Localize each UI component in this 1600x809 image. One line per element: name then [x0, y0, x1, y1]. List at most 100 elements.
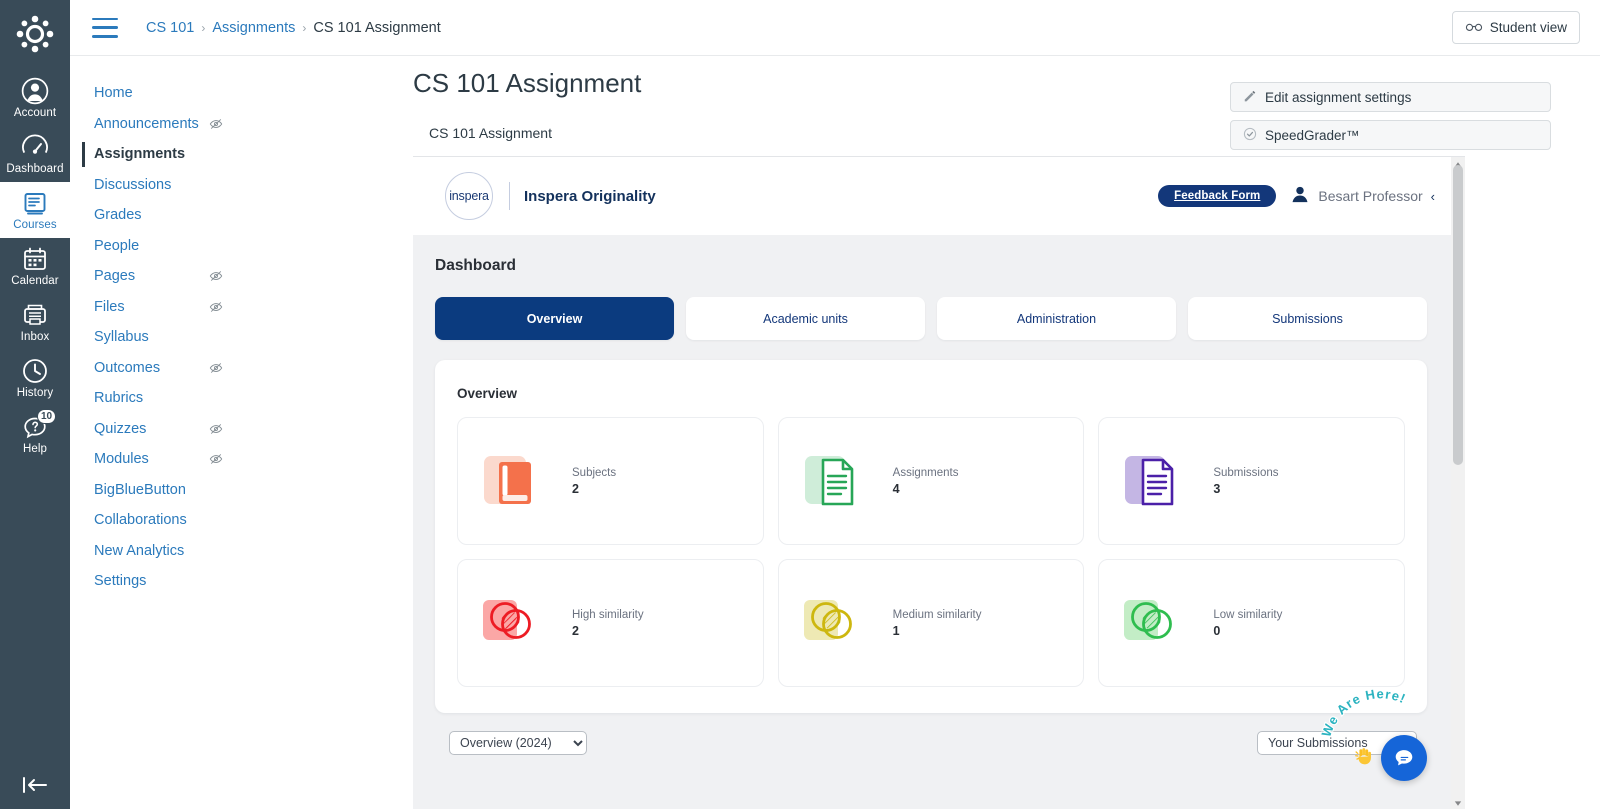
global-nav-item-account[interactable]: Account	[0, 70, 70, 126]
scroll-down-arrow-icon[interactable]	[1451, 796, 1465, 809]
stat-label: Subjects	[572, 466, 617, 479]
stat-label: Submissions	[1213, 466, 1279, 479]
stat-label: Medium similarity	[892, 608, 982, 621]
hidden-eye-icon	[209, 300, 223, 314]
tab-overview[interactable]: Overview	[435, 297, 674, 340]
dashboard-speedometer-icon	[21, 133, 49, 161]
hidden-eye-icon	[209, 269, 223, 283]
course-nav-label: Assignments	[94, 146, 186, 163]
calendar-icon	[21, 245, 49, 273]
course-nav-item-files[interactable]: Files	[70, 292, 235, 323]
stat-label: High similarity	[572, 608, 644, 621]
stat-card-grid: Subjects 2 Assignments 4 Submissions 3 H…	[457, 417, 1405, 687]
inspera-product-title: Inspera Originality	[524, 187, 656, 205]
stat-card-low-similarity[interactable]: Low similarity 0	[1098, 559, 1405, 687]
scrollbar-thumb[interactable]	[1453, 165, 1463, 465]
overview-panel: Overview Subjects 2 Assignments 4 Submis…	[435, 360, 1427, 713]
canvas-logo-icon[interactable]	[13, 12, 57, 56]
course-nav-item-settings[interactable]: Settings	[70, 566, 235, 597]
course-nav-item-modules[interactable]: Modules	[70, 444, 235, 475]
stat-card-medium-similarity[interactable]: Medium similarity 1	[777, 559, 1085, 687]
dashboard-tabs: Overview Academic units Administration S…	[435, 297, 1427, 340]
stat-card-submissions[interactable]: Submissions 3	[1098, 417, 1405, 545]
course-nav-item-syllabus[interactable]: Syllabus	[70, 322, 235, 353]
global-nav-item-help[interactable]: 10 Help	[0, 406, 70, 462]
stat-card-high-similarity[interactable]: High similarity 2	[457, 559, 764, 687]
course-nav-item-discussions[interactable]: Discussions	[70, 170, 235, 201]
course-nav-label: Rubrics	[94, 390, 144, 407]
breadcrumb-item-assignments[interactable]: Assignments	[212, 20, 295, 36]
tab-submissions[interactable]: Submissions	[1188, 297, 1427, 340]
course-nav-item-rubrics[interactable]: Rubrics	[70, 383, 235, 414]
course-nav-label: Announcements	[94, 115, 199, 132]
course-nav-item-people[interactable]: People	[70, 231, 235, 262]
global-nav-label: History	[16, 387, 54, 399]
tab-academic-units[interactable]: Academic units	[686, 297, 925, 340]
book-icon	[480, 448, 554, 514]
course-nav-item-new-analytics[interactable]: New Analytics	[70, 536, 235, 567]
global-nav-label: Inbox	[20, 331, 50, 343]
feedback-form-button[interactable]: Feedback Form	[1158, 185, 1277, 207]
document-icon	[801, 448, 875, 514]
edit-assignment-settings-button[interactable]: Edit assignment settings	[1230, 82, 1551, 112]
global-nav-item-courses[interactable]: Courses	[0, 182, 70, 238]
canvas-app: Account Dashboard Courses Calendar Inbox…	[0, 0, 1600, 809]
top-bar: CS 101 › Assignments › CS 101 Assignment…	[70, 0, 1600, 56]
course-nav-item-announcements[interactable]: Announcements	[70, 109, 235, 140]
course-nav-item-outcomes[interactable]: Outcomes	[70, 353, 235, 384]
global-nav-label: Calendar	[11, 275, 59, 287]
course-nav-label: New Analytics	[94, 542, 185, 559]
course-nav-item-pages[interactable]: Pages	[70, 261, 235, 292]
stat-card-subjects[interactable]: Subjects 2	[457, 417, 764, 545]
hamburger-menu-icon[interactable]	[92, 17, 118, 38]
global-nav-item-inbox[interactable]: Inbox	[0, 294, 70, 350]
content-area: CS 101 Assignment CS 101 Assignment insp…	[235, 56, 1600, 809]
stat-card-assignments[interactable]: Assignments 4	[777, 417, 1085, 545]
global-nav-item-dashboard[interactable]: Dashboard	[0, 126, 70, 182]
global-nav-label: Account	[13, 107, 57, 119]
global-nav-item-history[interactable]: History	[0, 350, 70, 406]
document-icon	[1121, 448, 1195, 514]
stat-text: Submissions 3	[1213, 466, 1278, 497]
course-nav-item-assignments[interactable]: Assignments	[70, 139, 235, 170]
student-view-label: Student view	[1489, 20, 1567, 35]
inspera-header-actions: Feedback Form Besart Professor ‹	[1158, 184, 1435, 209]
stat-label: Assignments	[892, 466, 959, 479]
svg-text:We Are Here!: We Are Here!	[1318, 686, 1408, 739]
global-nav-label: Dashboard	[6, 163, 64, 175]
course-nav-item-quizzes[interactable]: Quizzes	[70, 414, 235, 445]
course-nav-label: Grades	[94, 207, 142, 224]
user-menu[interactable]: Besart Professor ‹	[1290, 184, 1435, 209]
collapse-sidebar-icon[interactable]	[0, 775, 70, 795]
course-nav-label: Home	[94, 85, 133, 102]
course-nav-label: Collaborations	[94, 512, 187, 529]
header-divider	[509, 182, 510, 210]
embed-scrollbar[interactable]	[1451, 157, 1465, 809]
course-nav-item-home[interactable]: Home	[70, 78, 235, 109]
stat-value: 1	[892, 623, 900, 638]
course-nav-item-bigbluebutton[interactable]: BigBlueButton	[70, 475, 235, 506]
breadcrumb-item-course[interactable]: CS 101	[146, 20, 194, 36]
arc-text-content: We Are Here!	[1317, 685, 1408, 740]
inspera-originality-embed: inspera Inspera Originality Feedback For…	[413, 156, 1465, 809]
speedgrader-button[interactable]: SpeedGrader™	[1230, 120, 1551, 150]
course-nav-label: Files	[94, 298, 125, 315]
inbox-tray-icon	[21, 301, 49, 329]
course-nav-item-grades[interactable]: Grades	[70, 200, 235, 231]
breadcrumb-separator: ›	[302, 20, 307, 35]
stat-text: Medium similarity 1	[893, 608, 982, 639]
tab-administration[interactable]: Administration	[937, 297, 1176, 340]
user-name: Besart Professor	[1318, 188, 1423, 204]
period-select[interactable]: Overview (2024)	[449, 731, 587, 755]
stat-value: 2	[572, 481, 579, 496]
venn-icon	[1121, 590, 1195, 656]
course-nav-item-collaborations[interactable]: Collaborations	[70, 505, 235, 536]
student-view-button[interactable]: Student view	[1451, 11, 1580, 44]
history-clock-icon	[21, 357, 49, 385]
course-nav-label: People	[94, 237, 140, 254]
hidden-eye-icon	[209, 422, 223, 436]
course-navigation: Home Announcements Assignments Discussio…	[70, 56, 235, 809]
global-nav-item-calendar[interactable]: Calendar	[0, 238, 70, 294]
chat-bubble-icon[interactable]	[1381, 735, 1427, 781]
hidden-eye-icon	[209, 361, 223, 375]
